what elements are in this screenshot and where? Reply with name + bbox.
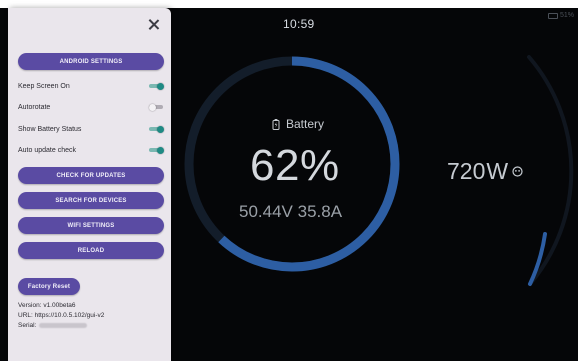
url-value: https://10.0.5.102/gui-v2 [34,312,105,319]
wifi-settings-button[interactable]: WIFI SETTINGS [18,217,164,234]
close-icon[interactable] [147,18,161,32]
toggle-label-autorotate: Autorotate [18,103,51,111]
url-label: URL: [18,312,33,319]
battery-charging-icon [272,118,280,130]
battery-percentage: 62% [250,141,340,191]
autorotate-switch[interactable] [149,103,163,111]
search-for-devices-button[interactable]: SEARCH FOR DEVICES [18,192,164,209]
show-battery-status-switch[interactable] [149,125,164,133]
gauge-title-label: Battery [286,117,325,131]
serial-line: Serial: [18,322,88,329]
percentage-value: 62 [250,141,300,190]
auto-update-check-switch[interactable] [149,146,164,154]
factory-reset-button[interactable]: Factory Reset [18,278,80,295]
voltage-current-readout: 50.44V 35.8A [239,202,342,222]
settings-drawer: ANDROID SETTINGS Keep Screen On Autorota… [8,8,171,361]
check-for-updates-button[interactable]: CHECK FOR UPDATES [18,167,164,184]
power-readout: 720 W [447,158,523,185]
percentage-sign: % [299,141,340,190]
toggle-label-show-battery-status: Show Battery Status [18,125,82,133]
power-unit: W [486,158,509,184]
power-arc-track [527,55,574,286]
url-line: URL: https://10.0.5.102/gui-v2 [18,312,104,319]
voltage-value: 50.44 [239,202,282,221]
gauge-title: Battery [272,117,324,131]
voltage-unit: V [281,202,293,221]
version-label: Version: [18,302,42,309]
reload-button[interactable]: RELOAD [18,242,164,259]
toggle-row-show-battery-status: Show Battery Status [18,122,164,136]
version-value: v1.00beta6 [43,302,76,309]
current-value: 35.8 [297,202,331,221]
toggle-row-keep-screen-on: Keep Screen On [18,79,164,93]
power-value: 720 [447,158,486,184]
smiley-icon [512,166,523,177]
toggle-row-autorotate: Autorotate [18,100,163,114]
toggle-label-auto-update-check: Auto update check [18,146,76,154]
current-unit: A [330,202,343,221]
serial-label: Serial: [18,322,37,329]
toggle-label-keep-screen-on: Keep Screen On [18,82,70,90]
toggle-row-auto-update-check: Auto update check [18,143,164,157]
serial-redacted [39,322,88,328]
version-line: Version: v1.00beta6 [18,302,75,309]
keep-screen-on-switch[interactable] [149,82,164,90]
android-settings-button[interactable]: ANDROID SETTINGS [18,53,164,70]
